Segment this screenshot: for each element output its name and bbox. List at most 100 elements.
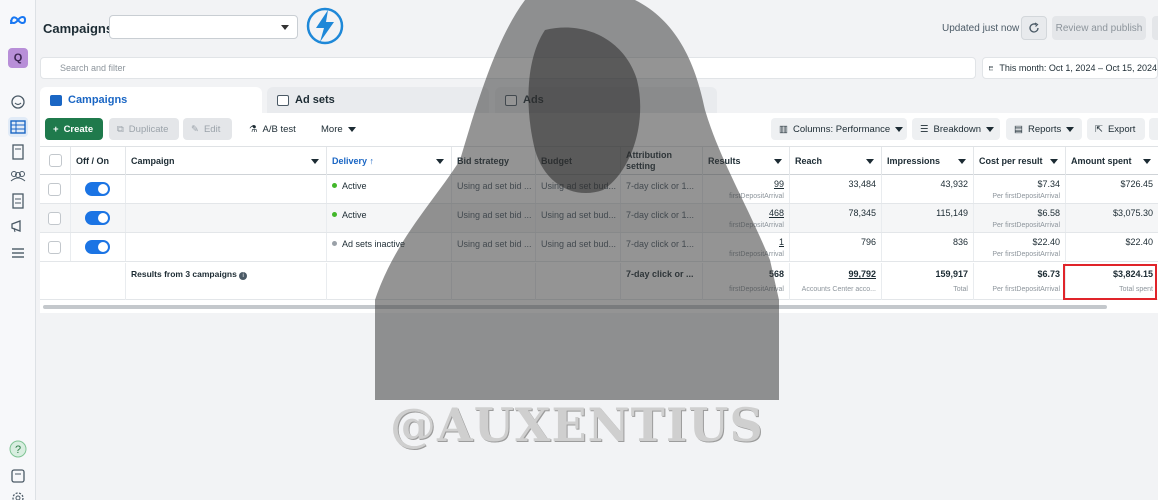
col-reach[interactable]: Reach [790,147,882,175]
edit-button[interactable]: ✎ Edit [183,118,232,140]
date-range-picker[interactable]: This month: Oct 1, 2024 – Oct 15, 2024 [982,57,1158,79]
horizontal-scrollbar[interactable] [43,305,1107,309]
row-checkbox[interactable] [48,241,61,254]
row-select-cell [40,233,71,261]
col-impressions[interactable]: Impressions [882,147,974,175]
header-overflow-button[interactable] [1152,16,1158,40]
totals-budget [536,263,621,300]
search-filter-input[interactable]: Search and filter [40,57,976,79]
delivery-cell: Active [327,204,452,232]
reports-label: Reports [1027,123,1062,135]
results-value[interactable]: 1 [779,237,784,247]
feedback-icon[interactable] [8,466,28,486]
tab-campaigns[interactable]: Campaigns [40,87,262,113]
meta-logo-icon[interactable] [8,10,28,30]
col-results[interactable]: Results [703,147,790,175]
bid-strategy-cell: Using ad set bid ... [452,204,536,232]
ad-sets-tab-icon [277,94,289,106]
create-button[interactable]: + Create [45,118,103,140]
review-publish-button[interactable]: Review and publish [1052,16,1146,40]
results-value[interactable]: 99 [774,179,784,189]
results-cell: 468 firstDepositArrival [703,204,790,232]
account-avatar[interactable]: Q [8,48,28,68]
col-off-on[interactable]: Off / On [71,147,126,175]
table-row[interactable]: Active Using ad set bid ... Using ad set… [40,204,1158,233]
chevron-down-icon [895,126,904,132]
campaign-name-cell[interactable] [126,204,327,232]
attribution-cell: 7-day click or 1... [621,204,703,232]
col-cost-per-result[interactable]: Cost per result [974,147,1066,175]
col-amount-spent[interactable]: Amount spent [1066,147,1158,175]
help-icon[interactable]: ? [8,439,28,459]
col-delivery[interactable]: Delivery ↑ [327,147,452,175]
duplicate-label: Duplicate [128,123,169,135]
highlight-box [1063,264,1157,300]
menu-icon[interactable] [8,243,28,263]
table-row[interactable]: Active Using ad set bid ... Using ad set… [40,175,1158,204]
col-budget[interactable]: Budget [536,147,621,175]
tab-ad-sets[interactable]: Ad sets [267,87,489,113]
export-label: Export [1107,123,1136,135]
breakdown-label: Breakdown [933,123,982,135]
results-value[interactable]: 468 [769,208,784,218]
search-placeholder: Search and filter [60,63,126,73]
reports-button[interactable]: ▤ Reports [1006,118,1082,140]
campaigns-table-icon[interactable] [8,117,28,137]
campaign-name-cell[interactable] [126,233,327,261]
table-row[interactable]: Ad sets inactive Using ad set bid ... Us… [40,233,1158,262]
megaphone-icon[interactable] [8,216,28,236]
flask-icon: ⚗ [249,123,258,135]
campaign-name-cell[interactable] [126,175,327,203]
refresh-button[interactable] [1021,16,1047,40]
settings-gear-icon[interactable] [8,488,28,500]
duplicate-button[interactable]: ⧉ Duplicate [109,118,179,140]
breakdown-button[interactable]: ☰ Breakdown [912,118,1000,140]
campaign-toggle[interactable] [85,182,110,196]
col-bid-strategy[interactable]: Bid strategy [452,147,536,175]
info-icon[interactable]: i [239,272,248,280]
chevron-down-icon [774,159,782,164]
cpr-value: $6.58 [1037,208,1060,218]
select-all-checkbox[interactable] [49,154,62,167]
results-cell: 99 firstDepositArrival [703,175,790,203]
totals-row: Results from 3 campaigns i 7-day click o… [40,263,1158,300]
campaign-toggle[interactable] [85,240,110,254]
more-label: More [321,123,343,135]
totals-cpr: $6.73 Per firstDepositArrival [974,263,1066,300]
results-sub: firstDepositArrival [729,251,784,258]
toolbar-overflow-button[interactable] [1149,118,1158,140]
tab-ads[interactable]: Ads [495,87,717,113]
col-attribution[interactable]: Attribution setting [621,147,703,175]
cpr-cell: $6.58 Per firstDepositArrival [974,204,1066,232]
row-checkbox[interactable] [48,183,61,196]
totals-reach-sub: Accounts Center acco... [801,286,876,293]
totals-results: 568 firstDepositArrival [703,263,790,300]
audiences-icon[interactable] [8,166,28,186]
overview-icon[interactable] [8,92,28,112]
more-button[interactable]: More [313,118,365,140]
col-campaign[interactable]: Campaign [126,147,327,175]
tab-label: Ads [523,94,544,106]
col-campaign-label: Campaign [131,156,175,166]
campaign-select-dropdown[interactable] [109,15,298,39]
results-cell: 1 firstDepositArrival [703,233,790,261]
totals-cpr-sub: Per firstDepositArrival [992,286,1060,293]
chevron-down-icon [311,159,319,164]
campaign-toggle[interactable] [85,211,110,225]
ab-test-label: A/B test [262,123,296,135]
ab-test-button[interactable]: ⚗ A/B test [241,118,307,140]
pages-icon[interactable] [8,142,28,162]
billing-icon[interactable] [8,191,28,211]
left-nav-rail: Q ? [0,0,36,500]
export-button[interactable]: ⇱ Export [1087,118,1145,140]
columns-button[interactable]: ▥ Columns: Performance [771,118,907,140]
tab-label: Ad sets [295,94,335,106]
totals-results-sub: firstDepositArrival [729,286,784,293]
row-checkbox[interactable] [48,212,61,225]
pencil-icon: ✎ [191,123,199,135]
row-select-cell [40,204,71,232]
totals-reach-value[interactable]: 99,792 [848,269,876,279]
col-cpr-label: Cost per result [979,156,1043,166]
results-sub: firstDepositArrival [729,193,784,200]
edit-label: Edit [203,123,221,135]
